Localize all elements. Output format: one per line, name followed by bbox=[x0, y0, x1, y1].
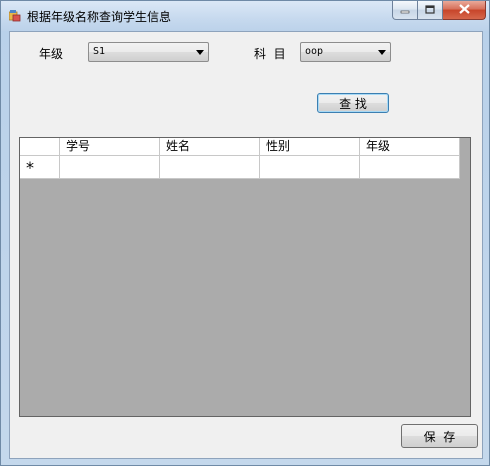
student-data-grid[interactable]: 学号 姓名 性别 年级 * bbox=[19, 137, 471, 417]
save-button[interactable]: 保 存 bbox=[401, 424, 478, 448]
main-window: 根据年级名称查询学生信息 年级 S1 科 目 oop 查 找 学号 姓名 性别 … bbox=[0, 0, 490, 466]
maximize-icon bbox=[425, 3, 435, 17]
window-controls bbox=[392, 1, 486, 21]
grade-dropdown-value: S1 bbox=[93, 46, 106, 57]
grade-label: 年级 bbox=[39, 47, 64, 61]
chevron-down-icon bbox=[196, 50, 204, 55]
column-header-name[interactable]: 姓名 bbox=[160, 138, 260, 156]
column-header-gender[interactable]: 性别 bbox=[260, 138, 360, 156]
subject-label: 科 目 bbox=[254, 47, 286, 61]
column-header-student-id[interactable]: 学号 bbox=[60, 138, 160, 156]
column-header-grade[interactable]: 年级 bbox=[360, 138, 460, 156]
minimize-button[interactable] bbox=[392, 1, 418, 20]
search-button[interactable]: 查 找 bbox=[317, 93, 389, 113]
row-header-corner bbox=[20, 138, 60, 156]
new-row-name-cell[interactable] bbox=[160, 156, 260, 179]
maximize-button[interactable] bbox=[418, 1, 443, 20]
close-icon bbox=[458, 3, 470, 17]
new-row-grade-cell[interactable] bbox=[360, 156, 460, 179]
new-row-gender-cell[interactable] bbox=[260, 156, 360, 179]
form-client-area: 年级 S1 科 目 oop 查 找 学号 姓名 性别 年级 * 保 存 bbox=[9, 31, 483, 459]
minimize-icon bbox=[400, 3, 410, 17]
window-title: 根据年级名称查询学生信息 bbox=[27, 10, 172, 24]
new-row-header[interactable]: * bbox=[20, 156, 60, 179]
app-window-icon bbox=[8, 10, 21, 22]
grade-dropdown[interactable]: S1 bbox=[88, 42, 209, 62]
new-row-marker: * bbox=[26, 158, 34, 177]
subject-dropdown-value: oop bbox=[305, 46, 324, 57]
close-button[interactable] bbox=[443, 1, 486, 20]
title-bar[interactable]: 根据年级名称查询学生信息 bbox=[1, 1, 489, 31]
chevron-down-icon bbox=[378, 50, 386, 55]
subject-dropdown[interactable]: oop bbox=[300, 42, 391, 62]
new-row-student-id-cell[interactable] bbox=[60, 156, 160, 179]
